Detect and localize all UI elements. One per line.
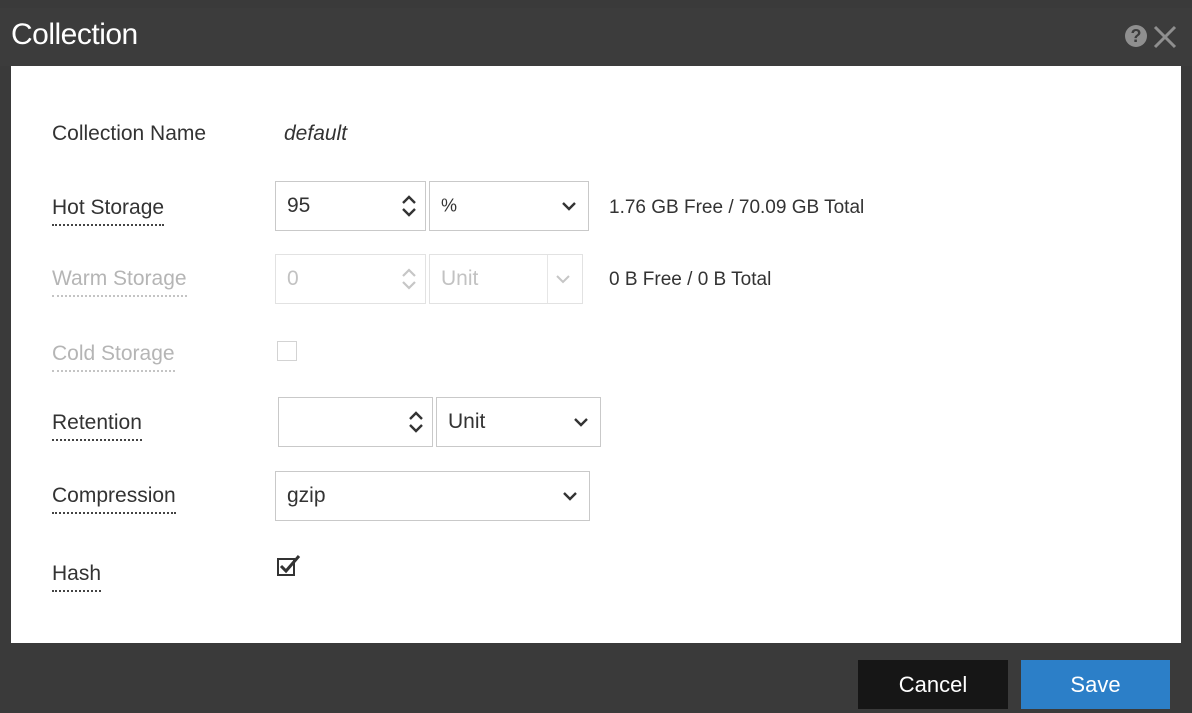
hot-storage-value: 95 <box>287 194 311 217</box>
dialog-title: Collection <box>11 18 138 51</box>
chevron-down-icon <box>562 202 576 211</box>
warm-storage-unit-select: Unit <box>429 254 583 304</box>
retention-input[interactable] <box>278 397 433 447</box>
hot-storage-info: 1.76 GB Free / 70.09 GB Total <box>609 197 865 218</box>
collection-name-value: default <box>284 122 348 145</box>
warm-storage-unit-value: Unit <box>441 267 479 290</box>
compression-label: Compression <box>52 484 176 514</box>
cold-storage-label: Cold Storage <box>52 342 175 372</box>
spinner-icon[interactable] <box>408 409 424 435</box>
hot-storage-label: Hot Storage <box>52 196 165 226</box>
dialog-footer: Cancel Save <box>0 643 1192 713</box>
dialog-titlebar: Collection ? <box>0 8 1192 66</box>
warm-storage-info: 0 B Free / 0 B Total <box>609 269 772 290</box>
retention-label: Retention <box>52 411 142 441</box>
collection-name-label: Collection Name <box>52 122 207 145</box>
close-icon[interactable] <box>1150 22 1180 52</box>
warm-storage-input: 0 <box>275 254 426 304</box>
dialog-content: Collection Name default Hot Storage 95 %… <box>11 66 1181 643</box>
hot-storage-unit-value: % <box>441 195 458 216</box>
select-divider <box>547 255 548 303</box>
warm-storage-label: Warm Storage <box>52 267 187 297</box>
compression-value: gzip <box>287 484 326 507</box>
hash-checkbox[interactable] <box>276 553 302 579</box>
cancel-button[interactable]: Cancel <box>858 660 1008 709</box>
retention-unit-value: Unit <box>448 410 486 433</box>
spinner-icon <box>402 268 416 290</box>
retention-unit-select[interactable]: Unit <box>436 397 601 447</box>
compression-select[interactable]: gzip <box>275 471 590 521</box>
save-button[interactable]: Save <box>1021 660 1170 709</box>
hash-label: Hash <box>52 562 102 592</box>
collection-dialog: Collection ? Collection Name default Hot… <box>0 0 1192 713</box>
hot-storage-input[interactable]: 95 <box>275 181 426 231</box>
chevron-down-icon <box>574 418 588 427</box>
spinner-icon[interactable] <box>401 193 417 219</box>
hot-storage-unit-select[interactable]: % <box>429 181 589 231</box>
help-icon[interactable]: ? <box>1125 25 1147 47</box>
cold-storage-checkbox <box>277 341 297 361</box>
chevron-down-icon <box>563 492 577 501</box>
warm-storage-value: 0 <box>287 267 299 290</box>
chevron-down-icon <box>556 275 570 284</box>
